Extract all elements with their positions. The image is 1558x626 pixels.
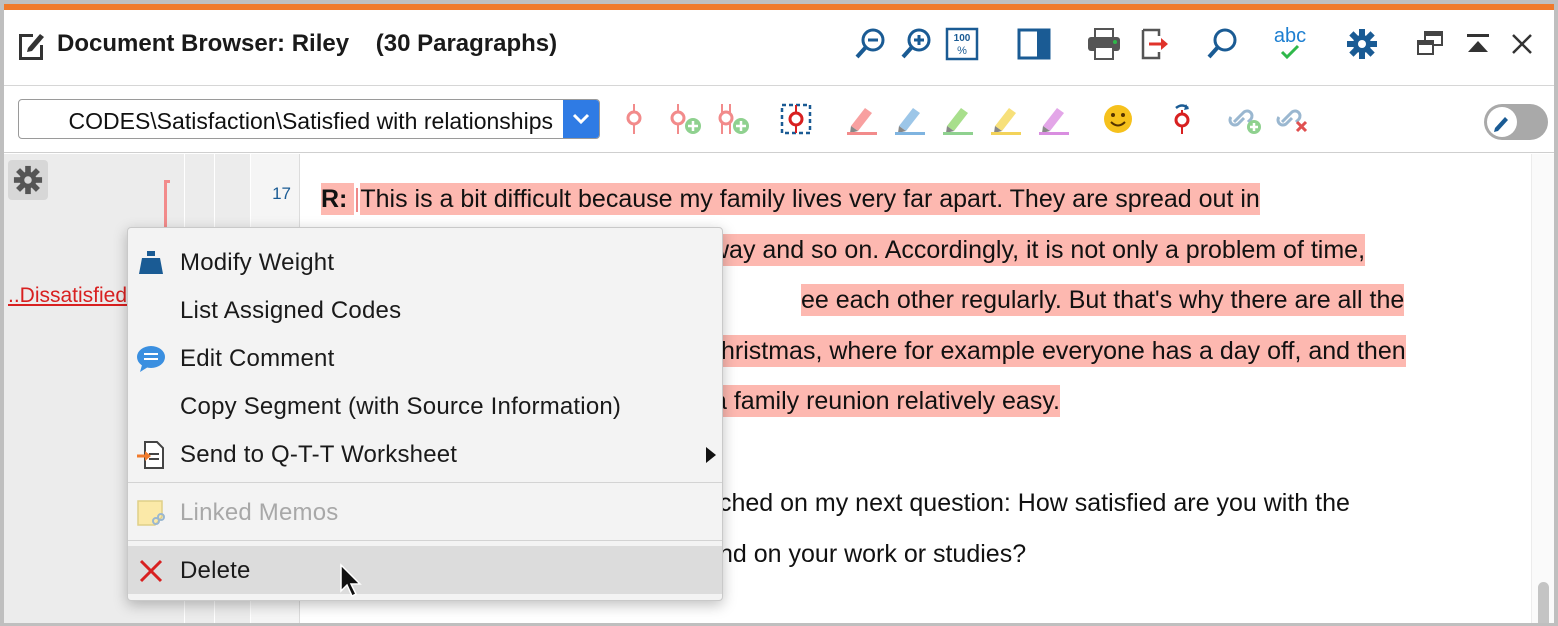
send-worksheet-icon bbox=[136, 440, 166, 470]
menu-item-list-assigned-codes[interactable]: List Assigned Codes bbox=[128, 286, 722, 334]
line-number: 17 bbox=[272, 184, 291, 203]
svg-text:%: % bbox=[957, 45, 967, 57]
menu-item-label: Edit Comment bbox=[180, 345, 335, 372]
text-line: a family reunion relatively easy. bbox=[713, 385, 1060, 417]
panel-toggle-icon[interactable] bbox=[1014, 24, 1054, 64]
pencil-icon bbox=[1487, 107, 1517, 137]
submenu-arrow-icon bbox=[706, 447, 716, 463]
highlight-green-icon[interactable] bbox=[938, 99, 978, 139]
menu-item-label: Delete bbox=[180, 557, 251, 584]
text-caret bbox=[356, 188, 359, 213]
memo-link-icon bbox=[136, 498, 166, 528]
spellcheck-icon[interactable]: abc bbox=[1270, 24, 1310, 64]
link-remove-icon[interactable] bbox=[1274, 99, 1314, 139]
menu-item-linked-memos: Linked Memos bbox=[128, 488, 722, 536]
settings-gear-icon[interactable] bbox=[1342, 24, 1382, 64]
print-icon[interactable] bbox=[1084, 24, 1124, 64]
text-line: hristmas, where for example everyone has… bbox=[721, 334, 1406, 367]
menu-item-modify-weight[interactable]: Modify Weight bbox=[128, 238, 722, 286]
code-toolbar: CODES\Satisfaction\Satisfied with relati… bbox=[4, 87, 1554, 153]
menu-item-label: Linked Memos bbox=[180, 499, 339, 526]
link-add-icon[interactable] bbox=[1226, 99, 1266, 139]
zoom-100-label: 100 bbox=[954, 33, 971, 44]
text-line: way and so on. Accordingly, it is not on… bbox=[711, 233, 1366, 266]
mouse-pointer-icon bbox=[339, 563, 363, 599]
menu-item-label: List Assigned Codes bbox=[180, 297, 402, 324]
text-line: nd on your work or studies? bbox=[719, 539, 1027, 568]
menu-separator bbox=[128, 540, 722, 541]
code-multi-add-icon[interactable] bbox=[712, 99, 752, 139]
menu-item-label: Modify Weight bbox=[180, 249, 335, 276]
document-browser-window: Document Browser: Riley (30 Paragraphs) … bbox=[4, 4, 1554, 623]
menu-item-send-to-qtt-worksheet[interactable]: Send to Q-T-T Worksheet bbox=[128, 430, 722, 478]
window-title: Document Browser: Riley (30 Paragraphs) bbox=[57, 30, 558, 57]
code-pin-icon[interactable] bbox=[614, 99, 654, 139]
edit-mode-toggle[interactable] bbox=[1484, 104, 1548, 140]
chevron-down-icon[interactable] bbox=[563, 100, 599, 138]
code-select-dropdown[interactable]: CODES\Satisfaction\Satisfied with relati… bbox=[18, 99, 600, 139]
weight-icon bbox=[136, 248, 166, 278]
code-select-value: CODES\Satisfaction\Satisfied with relati… bbox=[68, 108, 554, 134]
close-icon[interactable] bbox=[1502, 24, 1542, 64]
text-line: This is a bit difficult because my famil… bbox=[360, 183, 1260, 215]
minimize-up-icon[interactable] bbox=[1458, 24, 1498, 64]
text-line: ee each other regularly. But that's why … bbox=[801, 284, 1405, 316]
edit-document-icon bbox=[16, 28, 46, 62]
scrollbar-thumb[interactable] bbox=[1538, 582, 1549, 623]
menu-item-copy-segment[interactable]: Copy Segment (with Source Information) bbox=[128, 382, 722, 430]
highlight-yellow-icon[interactable] bbox=[986, 99, 1026, 139]
menu-item-edit-comment[interactable]: Edit Comment bbox=[128, 334, 722, 382]
highlight-blue-icon[interactable] bbox=[890, 99, 930, 139]
search-icon[interactable] bbox=[1202, 24, 1242, 64]
title-bar: Document Browser: Riley (30 Paragraphs) … bbox=[4, 10, 1554, 86]
menu-item-delete[interactable]: Delete bbox=[128, 546, 722, 594]
menu-item-label: Send to Q-T-T Worksheet bbox=[180, 441, 458, 468]
code-select-icon[interactable] bbox=[776, 99, 816, 139]
undock-icon[interactable] bbox=[1410, 24, 1450, 64]
menu-item-label: Copy Segment (with Source Information) bbox=[180, 393, 622, 420]
zoom-100-icon[interactable]: 100% bbox=[942, 24, 982, 64]
emoticon-icon[interactable] bbox=[1098, 99, 1138, 139]
spellcheck-label: abc bbox=[1273, 25, 1307, 47]
vertical-scrollbar[interactable] bbox=[1531, 154, 1554, 623]
recode-icon[interactable] bbox=[1162, 99, 1202, 139]
export-icon[interactable] bbox=[1134, 24, 1174, 64]
gutter-settings-button[interactable] bbox=[8, 160, 48, 200]
text-line: ched on my next question: How satisfied … bbox=[719, 489, 1350, 517]
code-pin-add-icon[interactable] bbox=[664, 99, 704, 139]
highlight-red-icon[interactable] bbox=[842, 99, 882, 139]
highlight-purple-icon[interactable] bbox=[1034, 99, 1074, 139]
delete-x-icon bbox=[136, 556, 166, 586]
context-menu: Modify Weight List Assigned Codes Edit C… bbox=[127, 227, 723, 601]
comment-icon bbox=[136, 344, 166, 374]
zoom-in-icon[interactable] bbox=[896, 24, 936, 64]
menu-separator bbox=[128, 482, 722, 483]
speaker-label: R: bbox=[321, 183, 348, 215]
zoom-out-icon[interactable] bbox=[850, 24, 890, 64]
